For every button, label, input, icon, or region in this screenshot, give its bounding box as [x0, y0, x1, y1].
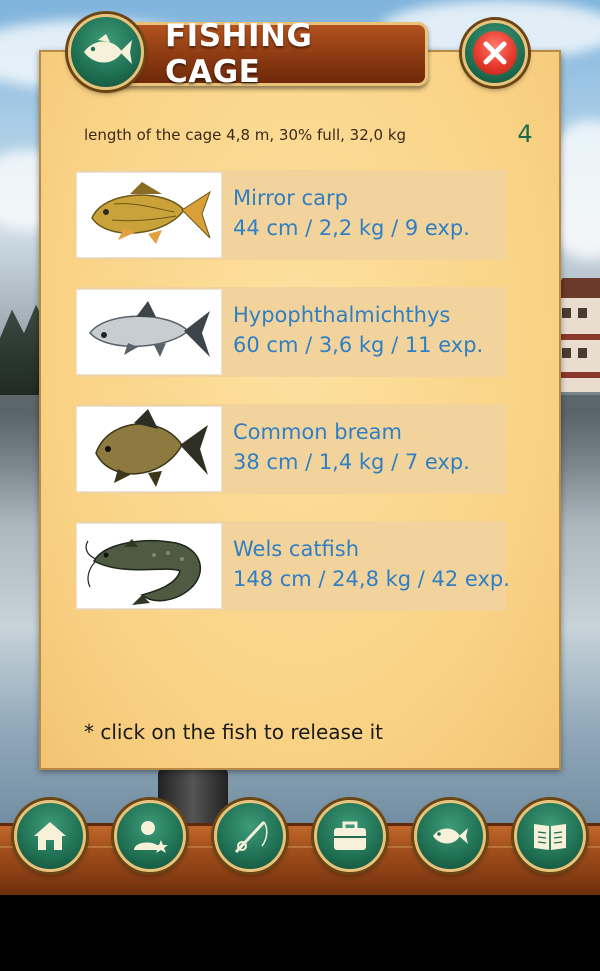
fish-name: Mirror carp	[233, 186, 348, 210]
catfish-image	[76, 523, 222, 609]
fish-cage-button[interactable]	[414, 800, 486, 872]
close-button[interactable]	[462, 20, 528, 86]
fish-row-hypophthalmichthys[interactable]: Hypophthalmichthys 60 cm / 3,6 kg / 11 e…	[76, 287, 506, 377]
mirror-carp-image	[76, 172, 222, 258]
home-icon	[34, 822, 66, 850]
fishing-rod-button[interactable]	[214, 800, 286, 872]
lake-house	[552, 278, 600, 392]
fish-stats: 60 cm / 3,6 kg / 11 exp.	[233, 333, 484, 357]
silver-carp-image	[76, 289, 222, 375]
encyclopedia-button[interactable]	[514, 800, 586, 872]
fish-icon	[84, 34, 132, 64]
fish-name: Common bream	[233, 420, 403, 444]
close-icon	[483, 41, 507, 65]
cage-info: length of the cage 4,8 m, 30% full, 32,0…	[84, 126, 407, 144]
fish-name: Hypophthalmichthys	[233, 303, 451, 327]
fish-stats: 148 cm / 24,8 kg / 42 exp.	[233, 567, 510, 591]
fish-row-common-bream[interactable]: Common bream 38 cm / 1,4 kg / 7 exp.	[76, 404, 506, 494]
fish-count: 4	[517, 120, 533, 148]
profile-button[interactable]	[114, 800, 186, 872]
fish-icon	[433, 828, 468, 844]
page-title: FISHING CAGE	[165, 18, 313, 90]
fish-row-mirror-carp[interactable]: Mirror carp 44 cm / 2,2 kg / 9 exp.	[76, 170, 506, 260]
home-button[interactable]	[14, 800, 86, 872]
fish-row-wels-catfish[interactable]: Wels catfish 148 cm / 24,8 kg / 42 exp.	[76, 521, 510, 611]
bottom-nav-bar	[0, 823, 600, 895]
release-hint: * click on the fish to release it	[84, 720, 384, 744]
fish-stats: 38 cm / 1,4 kg / 7 exp.	[233, 450, 470, 474]
fish-stats: 44 cm / 2,2 kg / 9 exp.	[233, 216, 470, 240]
inventory-button[interactable]	[314, 800, 386, 872]
fishing-rod-icon	[234, 820, 268, 854]
profile-icon	[134, 821, 168, 853]
book-icon	[534, 824, 566, 850]
title-banner: FISHING CAGE	[102, 18, 428, 90]
fish-badge	[68, 14, 144, 90]
bream-image	[76, 406, 222, 492]
fish-name: Wels catfish	[233, 537, 360, 561]
briefcase-icon	[334, 821, 366, 850]
system-bar-area	[0, 895, 600, 971]
